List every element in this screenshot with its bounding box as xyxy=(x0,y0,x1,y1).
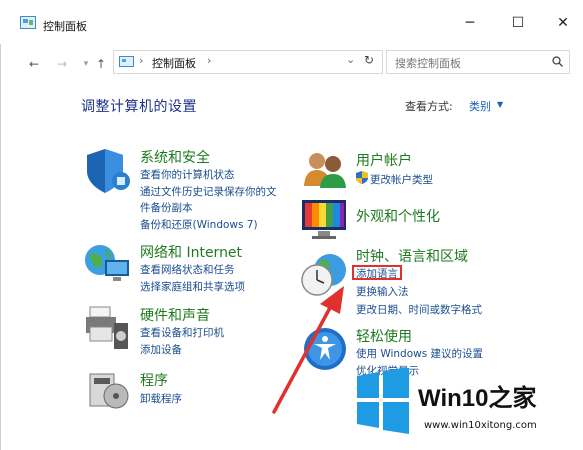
category-title-programs[interactable]: 程序 xyxy=(140,370,168,390)
window-border xyxy=(0,44,1,450)
search-icon[interactable] xyxy=(552,56,563,67)
category-title-appearance[interactable]: 外观和个性化 xyxy=(356,206,440,226)
category-title-clock-language-region[interactable]: 时钟、语言和区域 xyxy=(356,246,468,266)
window-title: 控制面板 xyxy=(43,20,87,33)
control-panel-small-icon xyxy=(119,56,134,67)
breadcrumb-separator-icon: › xyxy=(139,54,144,67)
link-file-history-cont[interactable]: 件备份副本 xyxy=(140,200,193,215)
category-title-ease-of-access[interactable]: 轻松使用 xyxy=(356,326,412,346)
breadcrumb-chevron-icon[interactable]: › xyxy=(207,54,211,67)
maximize-button[interactable]: ☐ xyxy=(508,14,528,32)
network-globe-icon[interactable] xyxy=(83,240,133,286)
programs-icon[interactable] xyxy=(88,368,132,412)
page-title: 调整计算机的设置 xyxy=(81,99,197,115)
annotation-arrow xyxy=(272,286,344,414)
category-title-system-security[interactable]: 系统和安全 xyxy=(140,147,210,167)
link-change-input-method[interactable]: 更换输入法 xyxy=(356,284,409,299)
link-uninstall-program[interactable]: 卸载程序 xyxy=(140,391,182,406)
address-dropdown-icon[interactable]: ⌄ xyxy=(346,53,355,66)
title-bar xyxy=(0,0,583,44)
link-backup-restore[interactable]: 备份和还原(Windows 7) xyxy=(140,217,258,232)
search-box[interactable]: 搜索控制面板 xyxy=(386,50,570,74)
control-panel-icon xyxy=(20,16,36,29)
view-by-dropdown[interactable]: 类别 xyxy=(469,98,491,114)
dropdown-arrow-icon[interactable]: ▼ xyxy=(497,100,503,109)
uac-shield-icon xyxy=(356,171,368,184)
up-arrow-icon[interactable]: ↑ xyxy=(93,56,109,72)
highlight-box xyxy=(352,265,402,280)
link-change-date-time-format[interactable]: 更改日期、时间或数字格式 xyxy=(356,302,482,317)
view-by-label: 查看方式: xyxy=(405,100,453,113)
link-view-computer-status[interactable]: 查看你的计算机状态 xyxy=(140,167,235,182)
link-devices-printers[interactable]: 查看设备和打印机 xyxy=(140,325,224,340)
link-add-device[interactable]: 添加设备 xyxy=(140,342,182,357)
link-file-history[interactable]: 通过文件历史记录保存你的文 xyxy=(140,184,277,199)
watermark-url: www.win10xitong.com xyxy=(424,420,537,431)
close-button[interactable]: ✕ xyxy=(553,14,573,32)
windows-logo-icon xyxy=(357,368,409,434)
shield-icon[interactable] xyxy=(83,147,135,195)
back-arrow-icon[interactable]: ← xyxy=(26,56,42,72)
user-accounts-icon[interactable] xyxy=(302,150,348,188)
forward-arrow-icon[interactable]: → xyxy=(54,56,70,72)
link-network-status[interactable]: 查看网络状态和任务 xyxy=(140,262,235,277)
category-title-network-internet[interactable]: 网络和 Internet xyxy=(140,242,242,262)
link-homegroup-sharing[interactable]: 选择家庭组和共享选项 xyxy=(140,279,245,294)
recent-locations-chevron-icon[interactable]: ▾ xyxy=(78,56,94,72)
refresh-icon[interactable]: ↻ xyxy=(364,53,374,67)
category-title-user-accounts[interactable]: 用户帐户 xyxy=(356,150,412,170)
watermark-title: Win10之家 xyxy=(418,385,537,412)
appearance-monitor-icon[interactable] xyxy=(300,198,348,242)
search-input[interactable]: 搜索控制面板 xyxy=(395,55,461,71)
address-bar[interactable]: › 控制面板 › ⌄ ↻ xyxy=(113,50,383,74)
category-title-hardware-sound[interactable]: 硬件和声音 xyxy=(140,305,210,325)
breadcrumb-item[interactable]: 控制面板 xyxy=(152,55,196,71)
printer-icon[interactable] xyxy=(84,305,134,351)
minimize-button[interactable]: ─ xyxy=(460,14,480,32)
link-change-account-type[interactable]: 更改帐户类型 xyxy=(370,172,433,187)
